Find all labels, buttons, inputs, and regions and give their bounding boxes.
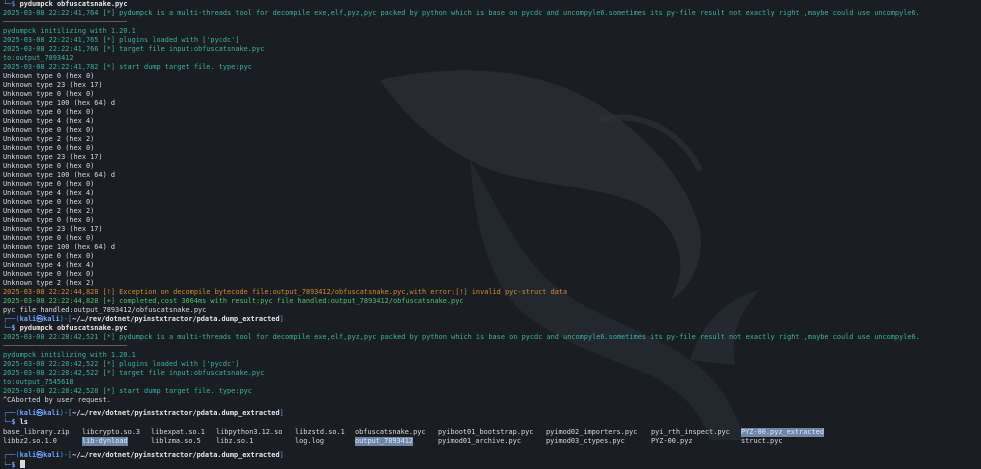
unknown-type-line: Unknown type 0 (hex 0): [3, 198, 95, 206]
command-input-line[interactable]: └─$: [3, 460, 25, 469]
ls-entry: pyimod01_archive.pyc: [438, 437, 521, 445]
terminal-output[interactable]: └─$ pydumpck obfuscatsnake.pyc 2025-03-0…: [0, 0, 981, 469]
unknown-type-line: Unknown type 4 (hex 4): [3, 189, 95, 197]
unknown-type-line: Unknown type 0 (hex 0): [3, 252, 95, 260]
unknown-type-line: Unknown type 0 (hex 0): [3, 234, 95, 242]
unknown-type-line: Unknown type 0 (hex 0): [3, 90, 95, 98]
unknown-type-line: Unknown type 2 (hex 2): [3, 279, 95, 287]
ls-entry-dir: lib-dynload: [82, 437, 128, 446]
log-output: to:output_7545618: [3, 378, 74, 386]
log-plugins: 2025-03-08 22:28:42,522 [*] plugins load…: [3, 360, 240, 368]
unknown-type-line: Unknown type 0 (hex 0): [3, 270, 95, 278]
ls-entry: base_library.zip: [3, 428, 70, 436]
log-handled: pyc file handled:output_7893412/obfuscat…: [3, 306, 207, 314]
unknown-type-line: Unknown type 23 (hex 17): [3, 153, 103, 161]
log-abort: ^CAborted by user request.: [3, 396, 111, 404]
ls-entry: struct.pyc: [741, 437, 783, 445]
log-start: 2025-03-08 22:28:42,528 [*] start dump t…: [3, 387, 252, 395]
ls-entry: pyimod03_ctypes.pyc: [546, 437, 625, 445]
unknown-type-line: Unknown type 100 (hex 64) d: [3, 99, 116, 107]
log-output: to:output_7893412: [3, 54, 74, 62]
text-cursor: [19, 460, 25, 468]
ls-entry: libz.so.1: [216, 437, 254, 445]
log-target: 2025-03-08 22:22:41,766 [*] target file …: [3, 45, 265, 53]
ls-entry: libpython3.12.so: [216, 428, 283, 436]
prompt-top-line: ┌──(kali㉿kali)-[~/…/rev/dotnet/pyinstxtr…: [3, 315, 284, 323]
unknown-type-line: Unknown type 23 (hex 17): [3, 81, 103, 89]
ls-entry: pyiboot01_bootstrap.pyc: [438, 428, 534, 436]
separator-rule: ──────────────────────────────: [3, 342, 128, 350]
ls-entry: log.log: [295, 437, 325, 445]
ls-entry: PYZ-00.pyz: [651, 437, 693, 445]
unknown-type-line: Unknown type 23 (hex 17): [3, 225, 103, 233]
unknown-type-line: Unknown type 2 (hex 2): [3, 207, 95, 215]
prompt-top-line: ┌──(kali㉿kali)-[~/…/rev/dotnet/pyinstxtr…: [3, 451, 284, 459]
ls-entry: libexpat.so.1: [151, 428, 205, 436]
ls-entry-dir: PYZ-00.pyz_extracted: [741, 428, 824, 437]
unknown-type-line: Unknown type 0 (hex 0): [3, 126, 95, 134]
ls-entry: libzstd.so.1: [295, 428, 345, 436]
unknown-type-line: Unknown type 4 (hex 4): [3, 261, 95, 269]
unknown-type-line: Unknown type 0 (hex 0): [3, 216, 95, 224]
log-target: 2025-03-08 22:28:42,522 [*] target file …: [3, 369, 265, 377]
log-exception: 2025-03-08 22:22:44,828 [!] Exception on…: [3, 288, 568, 296]
log-intro: 2025-03-08 22:22:41,764 [*] pydumpck is …: [3, 9, 920, 17]
unknown-type-line: Unknown type 0 (hex 0): [3, 162, 95, 170]
command-line-ls: └─$ ls: [3, 418, 28, 426]
prompt-top-line: ┌──(kali㉿kali)-[~/…/rev/dotnet/pyinstxtr…: [3, 409, 284, 417]
ls-entry: liblzma.so.5: [151, 437, 201, 445]
log-completed: 2025-03-08 22:22:44,828 [+] completed,co…: [3, 297, 464, 305]
unknown-type-line: Unknown type 4 (hex 4): [3, 117, 95, 125]
unknown-type-line: Unknown type 100 (hex 64) d: [3, 171, 116, 179]
ls-entry: libbz2.so.1.0: [3, 437, 57, 445]
ls-entry-dir: output_7893412: [355, 437, 414, 446]
separator-rule: ──────────────────────────────: [3, 18, 128, 26]
ls-entry: pyi_rth_inspect.pyc: [651, 428, 730, 436]
unknown-type-line: Unknown type 0 (hex 0): [3, 180, 95, 188]
log-intro: 2025-03-08 22:28:42,521 [*] pydumpck is …: [3, 333, 920, 341]
unknown-type-line: Unknown type 0 (hex 0): [3, 72, 95, 80]
ls-entry: pyimod02_importers.pyc: [546, 428, 638, 436]
command-line-pydumpck: └─$ pydumpck obfuscatsnake.pyc: [3, 0, 128, 8]
unknown-type-line: Unknown type 0 (hex 0): [3, 144, 95, 152]
ls-entry: libcrypto.so.3: [82, 428, 141, 436]
log-init: pydumpck initilizing with 1.20.1: [3, 27, 136, 35]
ls-entry: obfuscatsnake.pyc: [355, 428, 426, 436]
unknown-type-line: Unknown type 2 (hex 2): [3, 135, 95, 143]
unknown-type-line: Unknown type 100 (hex 64) d: [3, 243, 116, 251]
log-init: pydumpck initilizing with 1.20.1: [3, 351, 136, 359]
unknown-type-line: Unknown type 0 (hex 0): [3, 108, 95, 116]
command-line-pydumpck: └─$ pydumpck obfuscatsnake.pyc: [3, 324, 128, 332]
log-start: 2025-03-08 22:22:41,782 [*] start dump t…: [3, 63, 252, 71]
log-plugins: 2025-03-08 22:22:41,765 [*] plugins load…: [3, 36, 240, 44]
